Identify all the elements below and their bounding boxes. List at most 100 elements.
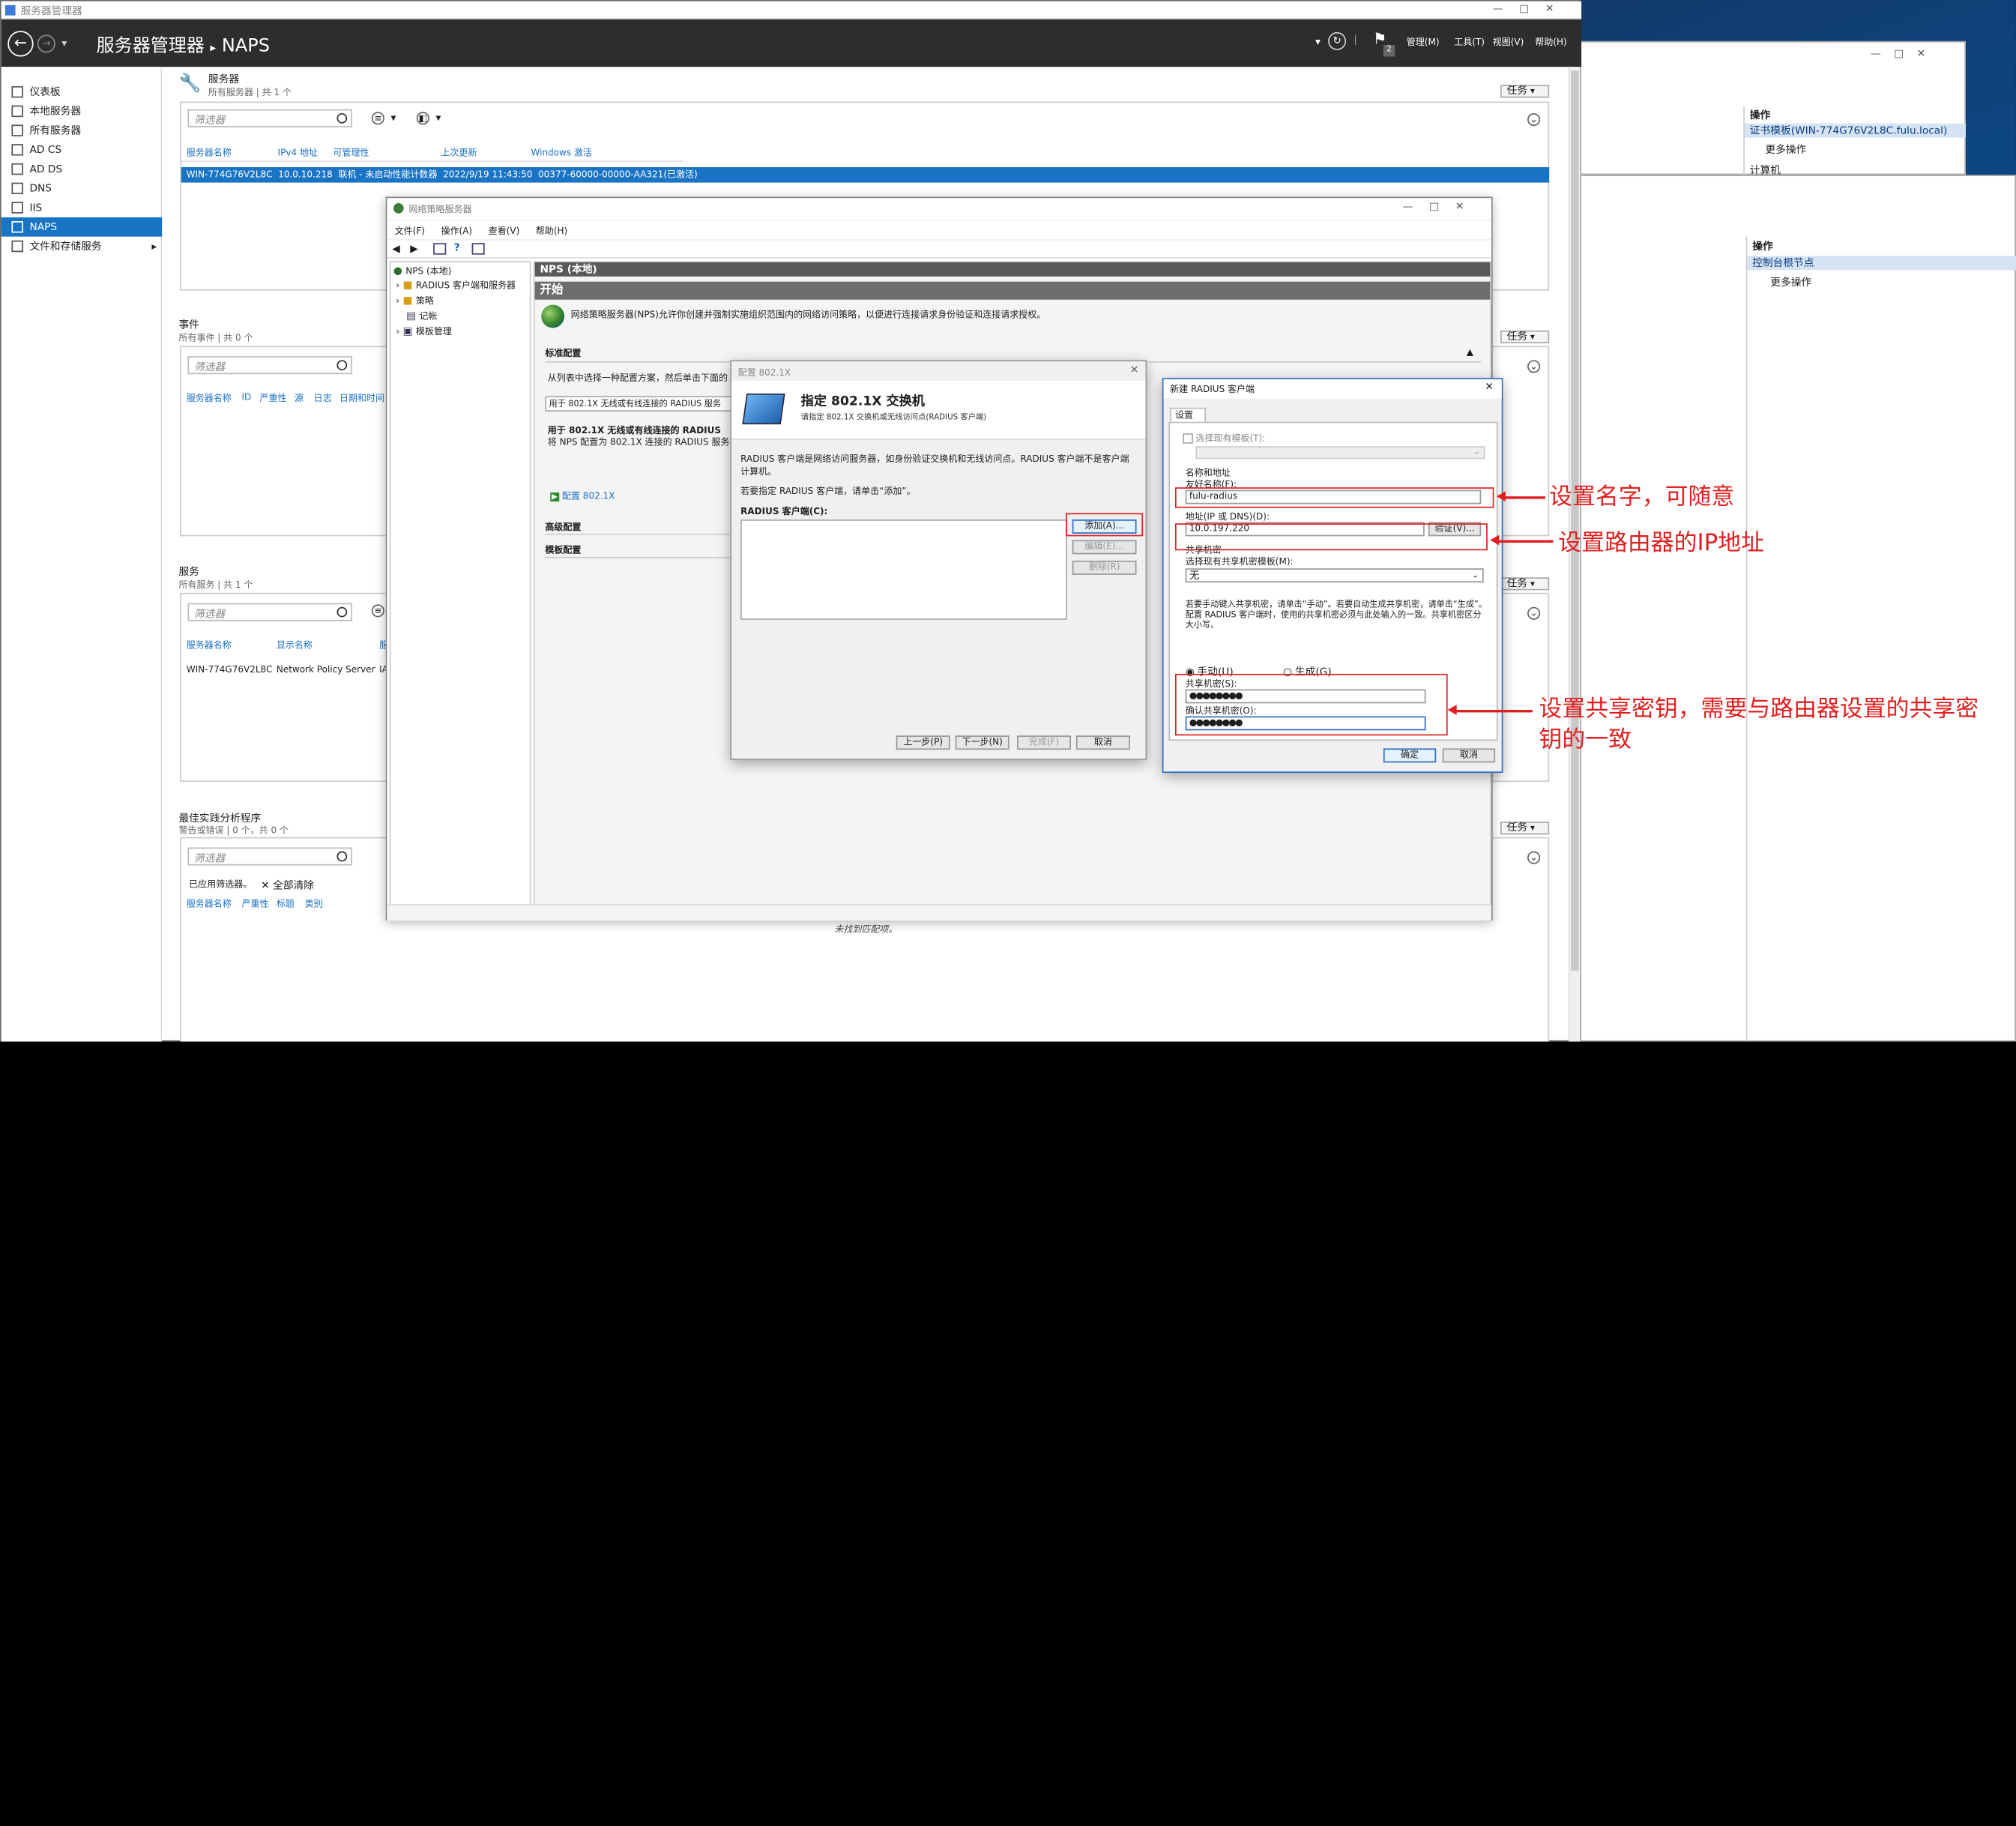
template-config-header[interactable]: 模板配置 xyxy=(545,544,738,558)
delete-button[interactable]: 删除(R) xyxy=(1072,560,1137,575)
collapse-panel-icon[interactable]: ⌄ xyxy=(1527,851,1541,864)
sidebar-item-file-storage[interactable]: 文件和存储服务 ▸ xyxy=(1,237,162,256)
sidebar-item-adcs[interactable]: AD CS xyxy=(1,140,162,160)
clear-all-link[interactable]: ✕ 全部清除 xyxy=(261,879,314,893)
back-arrow-icon[interactable]: ◀ xyxy=(392,243,400,254)
finish-button[interactable]: 完成(F) xyxy=(1016,735,1072,750)
column-header-source[interactable]: 源 xyxy=(295,392,304,405)
sidebar-item-local-server[interactable]: 本地服务器 xyxy=(1,102,162,121)
advanced-config-header[interactable]: 高级配置 xyxy=(545,521,738,535)
column-header-severity[interactable]: 严重性 xyxy=(260,392,287,405)
console-tree-icon[interactable] xyxy=(433,243,447,255)
save-query-icon[interactable]: ◧ xyxy=(416,112,429,125)
services-filter-input[interactable]: 筛选器 xyxy=(187,603,353,621)
refresh-icon[interactable]: ↻ xyxy=(1328,31,1347,50)
close-icon[interactable]: ✕ xyxy=(1485,381,1493,392)
more-actions-link[interactable]: 更多操作 xyxy=(1765,142,1806,157)
window-controls[interactable]: — □ ✕ xyxy=(1403,201,1464,212)
column-header-server-name[interactable]: 服务器名称 xyxy=(187,639,232,652)
events-filter-input[interactable]: 筛选器 xyxy=(187,356,353,375)
save-query-dropdown-icon[interactable]: ▾ xyxy=(436,112,441,123)
tree-item-nps-local[interactable]: ● NPS (本地) xyxy=(393,265,451,277)
template-select[interactable]: ⌄ xyxy=(1195,446,1485,459)
tree-item-policies[interactable]: › ■ 策略 xyxy=(396,295,434,307)
bpa-task-button[interactable]: 任务 ▾ xyxy=(1500,822,1550,835)
bpa-filter-input[interactable]: 筛选器 xyxy=(187,847,353,866)
sidebar-item-all-servers[interactable]: 所有服务器 xyxy=(1,121,162,140)
sidebar-item-naps[interactable]: NAPS xyxy=(1,217,163,237)
collapse-arrow-icon[interactable]: ▲ xyxy=(1467,347,1473,358)
servers-filter-input[interactable]: 筛选器 xyxy=(187,109,353,127)
column-header-server-name[interactable]: 服务器名称 xyxy=(187,897,232,910)
column-header-ipv4[interactable]: IPv4 地址 xyxy=(278,147,318,160)
expand-arrow-icon: › xyxy=(396,295,400,307)
collapse-panel-icon[interactable]: ⌄ xyxy=(1527,112,1541,127)
sidebar-item-iis[interactable]: IIS xyxy=(1,198,162,217)
column-header-title[interactable]: 标题 xyxy=(277,897,295,910)
collapse-panel-icon[interactable]: ⌄ xyxy=(1527,606,1541,620)
forward-arrow-icon[interactable]: ▶ xyxy=(410,243,418,254)
forward-arrow-icon[interactable]: → xyxy=(37,34,55,53)
radius-clients-list[interactable] xyxy=(740,519,1067,620)
cancel-button[interactable]: 取消 xyxy=(1075,735,1130,750)
menu-help[interactable]: 帮助(H) xyxy=(1535,36,1566,49)
use-template-checkbox[interactable] xyxy=(1183,433,1193,444)
console-root-node[interactable]: 控制台根节点 xyxy=(1747,256,2016,271)
service-row-server[interactable]: WIN-774G76V2L8C xyxy=(187,665,273,675)
menu-tools[interactable]: 工具(T) xyxy=(1454,36,1485,49)
column-header-display-name[interactable]: 显示名称 xyxy=(277,639,313,652)
menu-action[interactable]: 操作(A) xyxy=(441,226,472,237)
column-header-id[interactable]: ID xyxy=(242,392,252,403)
sidebar-item-dashboard[interactable]: 仪表板 xyxy=(1,82,162,102)
breadcrumb-root[interactable]: 服务器管理器 xyxy=(97,36,205,56)
menu-file[interactable]: 文件(F) xyxy=(395,226,425,237)
history-dropdown-icon[interactable]: ▾ xyxy=(61,37,67,49)
refresh-dropdown-icon[interactable]: ▾ xyxy=(1315,36,1321,47)
next-button[interactable]: 下一步(N) xyxy=(955,735,1009,750)
shared-template-select[interactable]: 无 ⌄ xyxy=(1185,568,1484,583)
column-header-server-name[interactable]: 服务器名称 xyxy=(187,147,232,160)
column-header-last-update[interactable]: 上次更新 xyxy=(441,147,477,160)
column-header-datetime[interactable]: 日期和时间 xyxy=(339,392,384,405)
column-header-log[interactable]: 日志 xyxy=(314,392,332,405)
table-row[interactable]: WIN-774G76V2L8C 10.0.10.218 联机 - 未启动性能计数… xyxy=(181,167,1550,183)
menu-manage[interactable]: 管理(M) xyxy=(1407,36,1440,49)
cert-template-item[interactable]: 证书模板(WIN-774G76V2L8C.fulu.local) xyxy=(1744,123,1966,138)
column-header-severity[interactable]: 严重性 xyxy=(242,897,269,910)
collapse-panel-icon[interactable]: ⌄ xyxy=(1527,360,1541,373)
sidebar-item-dns[interactable]: DNS xyxy=(1,178,162,198)
tree-item-radius-clients[interactable]: › ■ RADIUS 客户端和服务器 xyxy=(396,279,516,292)
cancel-button[interactable]: 取消 xyxy=(1442,748,1496,763)
window-controls[interactable]: — □ ✕ xyxy=(1493,2,1554,13)
menu-view[interactable]: 视图(V) xyxy=(1493,36,1524,49)
config-scenario-select[interactable]: 用于 802.1X 无线或有线连接的 RADIUS 服务 xyxy=(545,396,736,412)
column-header-windows-activation[interactable]: Windows 激活 xyxy=(531,147,592,160)
column-header-category[interactable]: 类别 xyxy=(305,897,323,910)
accounting-icon: ▤ xyxy=(406,310,417,322)
back-arrow-icon[interactable]: ← xyxy=(7,31,34,57)
service-row-name[interactable]: Network Policy Server xyxy=(277,665,375,675)
scrollbar-thumb[interactable] xyxy=(1571,70,1579,971)
sidebar-item-adds[interactable]: AD DS xyxy=(1,160,162,179)
configure-8021x-link[interactable]: ▶ 配置 802.1X xyxy=(550,490,615,503)
tab-settings[interactable]: 设置 xyxy=(1170,407,1207,424)
servers-task-button[interactable]: 任务 ▾ xyxy=(1500,85,1550,98)
close-icon[interactable]: ✕ xyxy=(1130,364,1138,375)
ok-button[interactable]: 确定 xyxy=(1383,748,1437,763)
help-icon[interactable]: ? xyxy=(454,242,460,253)
edit-button[interactable]: 编辑(E)... xyxy=(1072,540,1137,555)
list-options-dropdown-icon[interactable]: ▾ xyxy=(391,112,396,123)
menu-help[interactable]: 帮助(H) xyxy=(536,226,567,237)
tree-item-templates[interactable]: › ▣ 模板管理 xyxy=(396,325,452,338)
list-options-icon[interactable]: ≡ xyxy=(371,604,384,618)
menu-view[interactable]: 查看(V) xyxy=(489,226,520,237)
previous-button[interactable]: 上一步(P) xyxy=(896,735,950,750)
events-task-button[interactable]: 任务 ▾ xyxy=(1500,330,1550,344)
column-header-server-name[interactable]: 服务器名称 xyxy=(187,392,232,405)
tree-item-accounting[interactable]: ▤ 记帐 xyxy=(406,310,437,322)
properties-icon[interactable] xyxy=(471,243,485,255)
services-task-button[interactable]: 任务 ▾ xyxy=(1500,577,1550,591)
console-more-actions[interactable]: 更多操作 xyxy=(1770,275,1811,289)
column-header-manageability[interactable]: 可管理性 xyxy=(333,147,369,160)
list-options-icon[interactable]: ≡ xyxy=(371,112,384,125)
